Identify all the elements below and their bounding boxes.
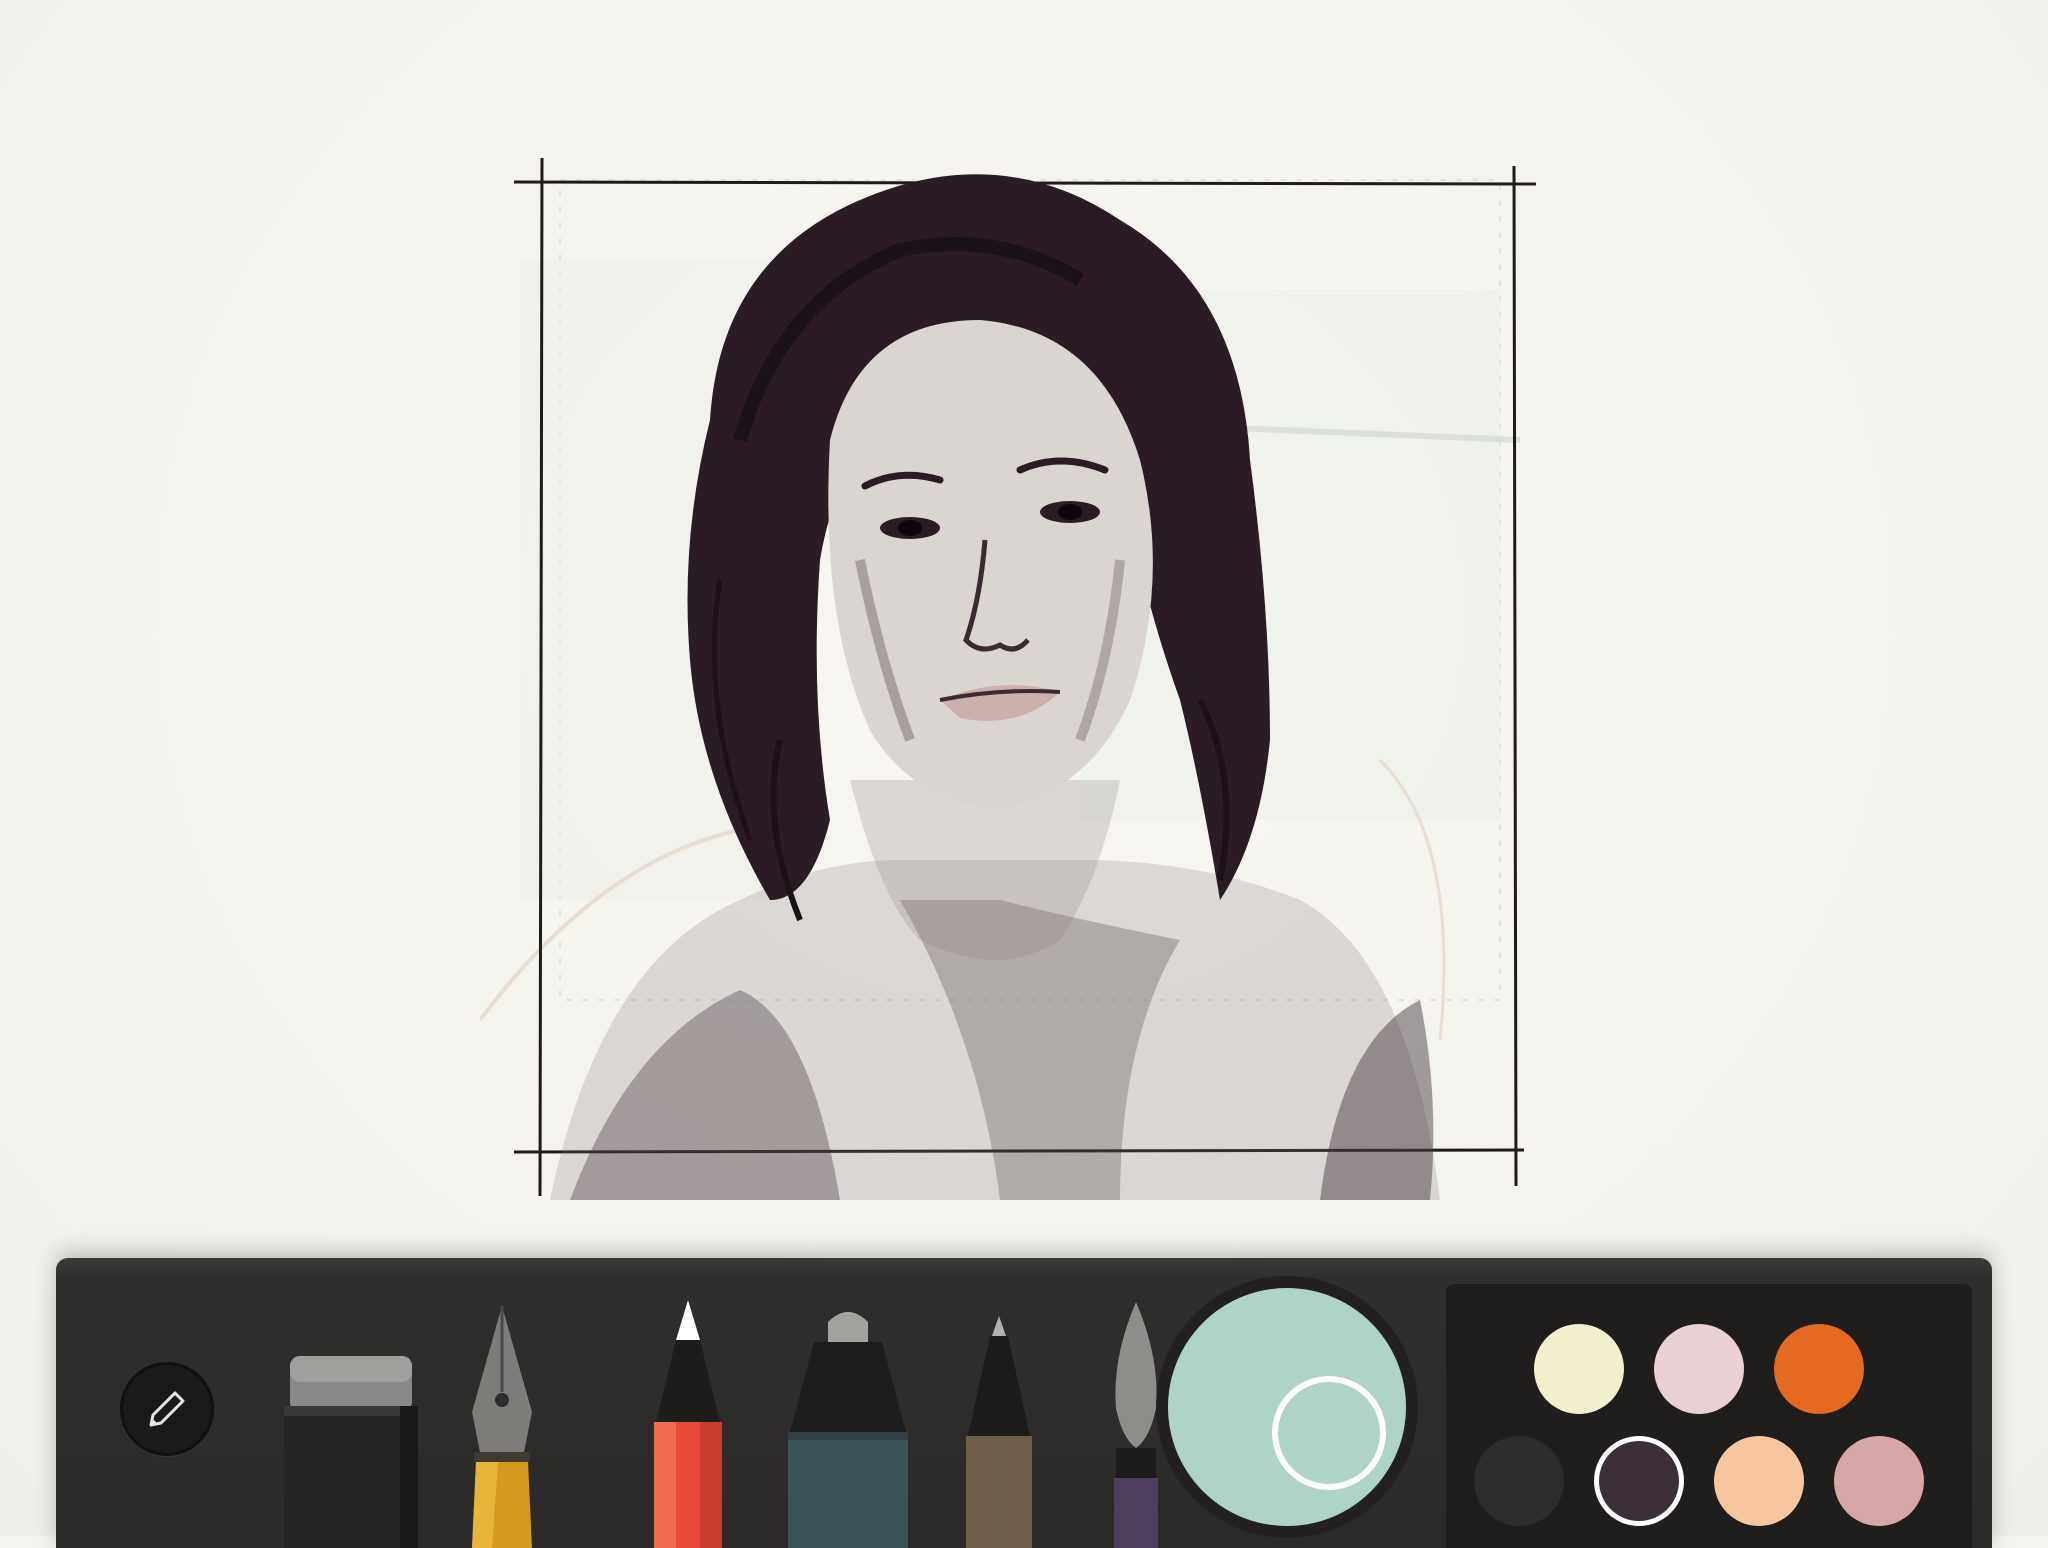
palette-swatch-pink[interactable] [1654, 1324, 1744, 1414]
tool-palette [56, 1258, 1992, 1548]
color-palette [1446, 1284, 1972, 1548]
palette-swatch-rose[interactable] [1834, 1436, 1924, 1526]
portrait-sketch [480, 157, 1537, 1200]
eraser-tool[interactable] [280, 1352, 422, 1548]
marker-tool[interactable] [784, 1308, 912, 1548]
fountain-pen-tool[interactable] [462, 1302, 542, 1548]
palette-swatch-peach[interactable] [1714, 1436, 1804, 1526]
palette-swatch-aubergine[interactable] [1594, 1436, 1684, 1526]
palette-swatch-cream[interactable] [1534, 1324, 1624, 1414]
pencil-tool[interactable] [646, 1298, 730, 1548]
color-mixer-button[interactable] [1156, 1276, 1418, 1538]
mixer-selection-ring [1272, 1376, 1386, 1490]
pen-mode-button[interactable] [120, 1362, 214, 1456]
palette-swatch-orange[interactable] [1774, 1324, 1864, 1414]
face [828, 320, 1153, 810]
fineliner-tool[interactable] [960, 1312, 1038, 1548]
palette-swatch-charcoal[interactable] [1474, 1436, 1564, 1526]
pencil-icon [149, 1391, 185, 1427]
